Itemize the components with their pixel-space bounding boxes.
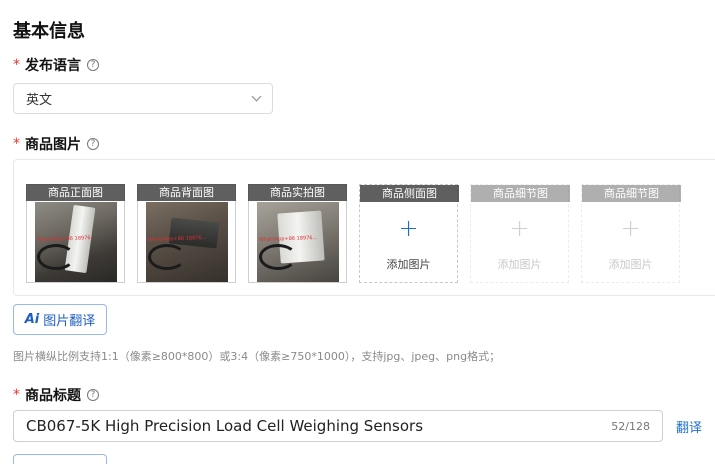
- image-slot-caption: 商品实拍图: [248, 184, 347, 201]
- required-mark: *: [13, 136, 20, 152]
- images-label: * 商品图片 ?: [13, 134, 99, 154]
- image-slot-caption: 商品细节图: [471, 185, 570, 202]
- image-slot-caption: 商品背面图: [137, 184, 236, 201]
- image-translate-label: 图片翻译: [43, 314, 96, 329]
- image-slot-caption: 商品侧面图: [360, 185, 459, 202]
- product-photo: WhatsApp+86 18976...: [146, 202, 228, 282]
- help-icon[interactable]: ?: [87, 138, 99, 150]
- product-photo: WhatsApp+86 18976...: [257, 202, 339, 282]
- translate-link[interactable]: 翻译: [676, 417, 702, 436]
- image-slot-detail: 商品细节图 + 添加图片: [470, 184, 570, 283]
- product-photo: WhatsApp+86 18976...: [35, 202, 117, 282]
- product-title-input[interactable]: CB067-5K High Precision Load Cell Weighi…: [13, 410, 663, 442]
- product-title-value: CB067-5K High Precision Load Cell Weighi…: [26, 417, 424, 435]
- required-mark: *: [13, 57, 20, 73]
- chevron-down-icon: [251, 91, 262, 102]
- ai-icon: Ai: [24, 312, 40, 327]
- required-mark: *: [13, 387, 20, 403]
- image-slot-front[interactable]: 商品正面图 WhatsApp+86 18976...: [26, 184, 125, 283]
- help-icon[interactable]: ?: [87, 59, 99, 71]
- language-label: * 发布语言 ?: [13, 55, 99, 75]
- add-image-label: 添加图片: [386, 258, 431, 271]
- plus-icon: +: [620, 214, 641, 242]
- product-title-label: * 商品标题 ?: [13, 385, 99, 405]
- partial-button[interactable]: [13, 454, 107, 464]
- add-image-label: 添加图片: [608, 258, 653, 271]
- image-slot-caption: 商品细节图: [582, 185, 681, 202]
- add-image-label: 添加图片: [497, 258, 542, 271]
- image-slot-detail: 商品细节图 + 添加图片: [581, 184, 681, 283]
- image-translate-button[interactable]: Ai 图片翻译: [13, 304, 107, 335]
- character-count: 52/128: [611, 419, 650, 433]
- plus-icon: +: [509, 214, 530, 242]
- product-title-label-text: 商品标题: [25, 388, 81, 404]
- language-label-text: 发布语言: [25, 58, 81, 74]
- plus-icon: +: [398, 214, 419, 242]
- image-slot-side[interactable]: 商品侧面图 + 添加图片: [359, 184, 459, 283]
- language-select-value: 英文: [26, 93, 53, 108]
- images-label-text: 商品图片: [25, 137, 81, 153]
- section-title: 基本信息: [13, 21, 85, 42]
- language-select[interactable]: 英文: [13, 83, 273, 114]
- image-slot-back[interactable]: 商品背面图 WhatsApp+86 18976...: [137, 184, 236, 283]
- image-slot-caption: 商品正面图: [26, 184, 125, 201]
- help-icon[interactable]: ?: [87, 389, 99, 401]
- image-format-hint: 图片横纵比例支持1:1（像素≥800*800）或3:4（像素≥750*1000）…: [13, 350, 501, 363]
- image-slot-real[interactable]: 商品实拍图 WhatsApp+86 18976...: [248, 184, 347, 283]
